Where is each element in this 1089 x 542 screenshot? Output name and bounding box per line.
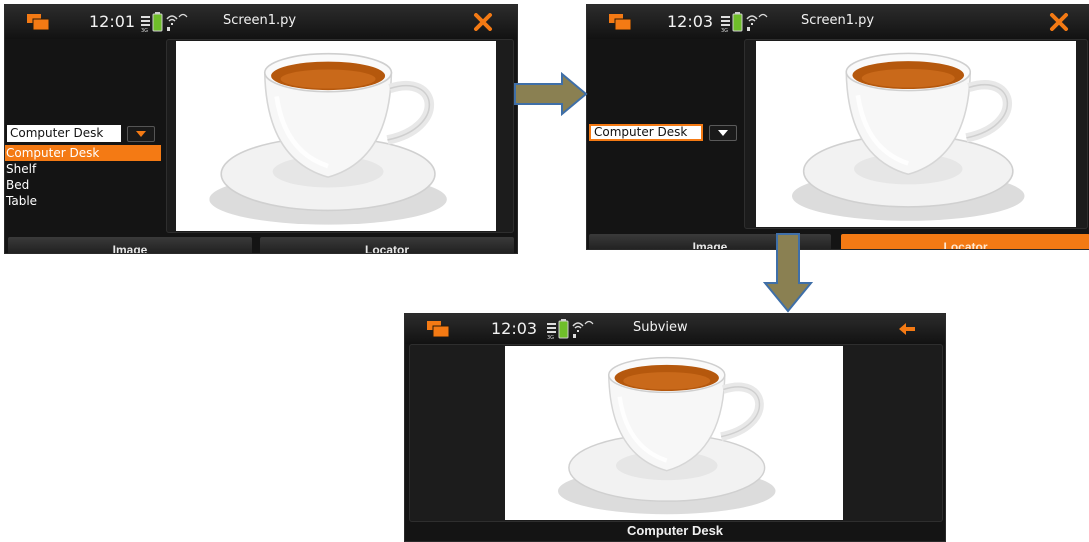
tab-locator-label: Locator <box>943 240 988 250</box>
status-indicators-icon <box>547 318 605 340</box>
list-item[interactable]: Bed <box>5 177 161 193</box>
back-arrow-icon[interactable] <box>897 320 917 338</box>
tab-locator-label: Locator <box>364 243 409 254</box>
chevron-down-icon <box>717 129 729 137</box>
screen2-status-bar: 12:03 Screen1.py <box>587 5 1089 39</box>
screen1-combo-dropdown-button[interactable] <box>127 126 155 142</box>
screen2-combo-field[interactable]: Computer Desk <box>589 124 703 141</box>
flow-arrow-down-icon <box>763 233 813 313</box>
multitask-icon[interactable] <box>27 14 49 30</box>
screen3-clock: 12:03 <box>491 319 538 338</box>
close-icon[interactable] <box>473 13 493 31</box>
list-item[interactable]: Table <box>5 193 161 209</box>
screen1-combo-field[interactable]: Computer Desk <box>7 125 121 142</box>
teacup-image-icon <box>176 41 496 231</box>
screen1-combo-value: Computer Desk <box>10 126 104 140</box>
list-item[interactable]: Computer Desk <box>5 145 161 161</box>
screen1-image-panel <box>166 39 514 233</box>
screen3-title: Subview <box>633 320 688 335</box>
screen2-title: Screen1.py <box>801 13 875 28</box>
multitask-icon[interactable] <box>427 321 449 337</box>
screen2-image <box>756 41 1076 227</box>
screen2-combo-value: Computer Desk <box>594 125 688 139</box>
screen3-image <box>505 346 843 520</box>
chevron-down-icon <box>135 130 147 138</box>
close-icon[interactable] <box>1049 13 1069 31</box>
teacup-image-icon <box>756 41 1076 227</box>
screen3-status-bar: 12:03 Subview <box>405 314 945 344</box>
tab-image-label: Image <box>692 240 728 250</box>
status-indicators-icon <box>721 11 779 33</box>
teacup-image-icon <box>505 346 843 520</box>
multitask-icon[interactable] <box>609 14 631 30</box>
tab-image-label: Image <box>112 243 148 254</box>
screen2-clock: 12:03 <box>667 12 714 31</box>
screen3-caption: Computer Desk <box>626 523 724 538</box>
screen1-dropdown-list: Computer Desk Shelf Bed Table <box>5 145 161 209</box>
screen1-image <box>176 41 496 231</box>
tab-image[interactable]: Image <box>8 237 252 254</box>
screen3-window: 12:03 Subview Computer Desk <box>404 313 946 542</box>
list-item[interactable]: Shelf <box>5 161 161 177</box>
screen3-image-panel <box>409 344 943 522</box>
tab-locator[interactable]: Locator <box>260 237 514 254</box>
screen1-status-bar: 12:01 Screen1.py <box>5 5 517 39</box>
status-indicators-icon <box>141 11 199 33</box>
flow-arrow-right-icon <box>514 72 588 116</box>
screen1-clock: 12:01 <box>89 12 136 31</box>
screen1-window: 12:01 Screen1.py Computer Desk Computer … <box>4 4 518 254</box>
screen2-combo-dropdown-button[interactable] <box>709 125 737 141</box>
screen2-image-panel <box>744 39 1088 229</box>
tab-locator[interactable]: Locator <box>841 234 1089 250</box>
screen1-title: Screen1.py <box>223 13 297 28</box>
screen2-window: 12:03 Screen1.py Computer Desk Image Loc… <box>586 4 1089 250</box>
